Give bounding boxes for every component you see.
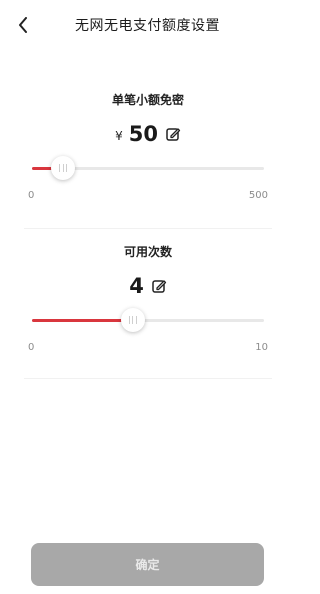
page-title: 无网无电支付额度设置 <box>75 18 220 34</box>
currency-symbol: ¥ <box>115 129 123 143</box>
count-amount: 4 <box>129 274 144 298</box>
count-min-label: 0 <box>28 342 35 353</box>
limit-range-labels: 0 500 <box>28 190 268 201</box>
top-bar: 无网无电支付额度设置 <box>0 0 295 50</box>
edit-pencil-icon[interactable] <box>165 126 181 142</box>
limit-section: 单笔小额免密 ¥ 50 0 500 <box>24 88 272 229</box>
confirm-button[interactable]: 确定 <box>31 543 264 586</box>
limit-slider[interactable] <box>32 156 264 180</box>
count-slider[interactable] <box>32 308 264 332</box>
limit-min-label: 0 <box>28 190 35 201</box>
limit-value-row: ¥ 50 <box>24 122 272 146</box>
limit-title: 单笔小额免密 <box>111 93 184 107</box>
count-value-row: 4 <box>24 274 272 298</box>
count-range-labels: 0 10 <box>28 342 268 353</box>
limit-slider-thumb[interactable] <box>51 156 76 180</box>
limit-max-label: 500 <box>248 190 268 201</box>
edit-pencil-icon[interactable] <box>151 278 167 294</box>
count-section: 可用次数 4 0 10 <box>24 240 272 379</box>
count-title: 可用次数 <box>123 245 172 259</box>
count-slider-fill <box>32 319 125 322</box>
count-slider-thumb[interactable] <box>120 308 145 332</box>
limit-amount: 50 <box>128 122 158 146</box>
count-max-label: 10 <box>255 342 268 353</box>
